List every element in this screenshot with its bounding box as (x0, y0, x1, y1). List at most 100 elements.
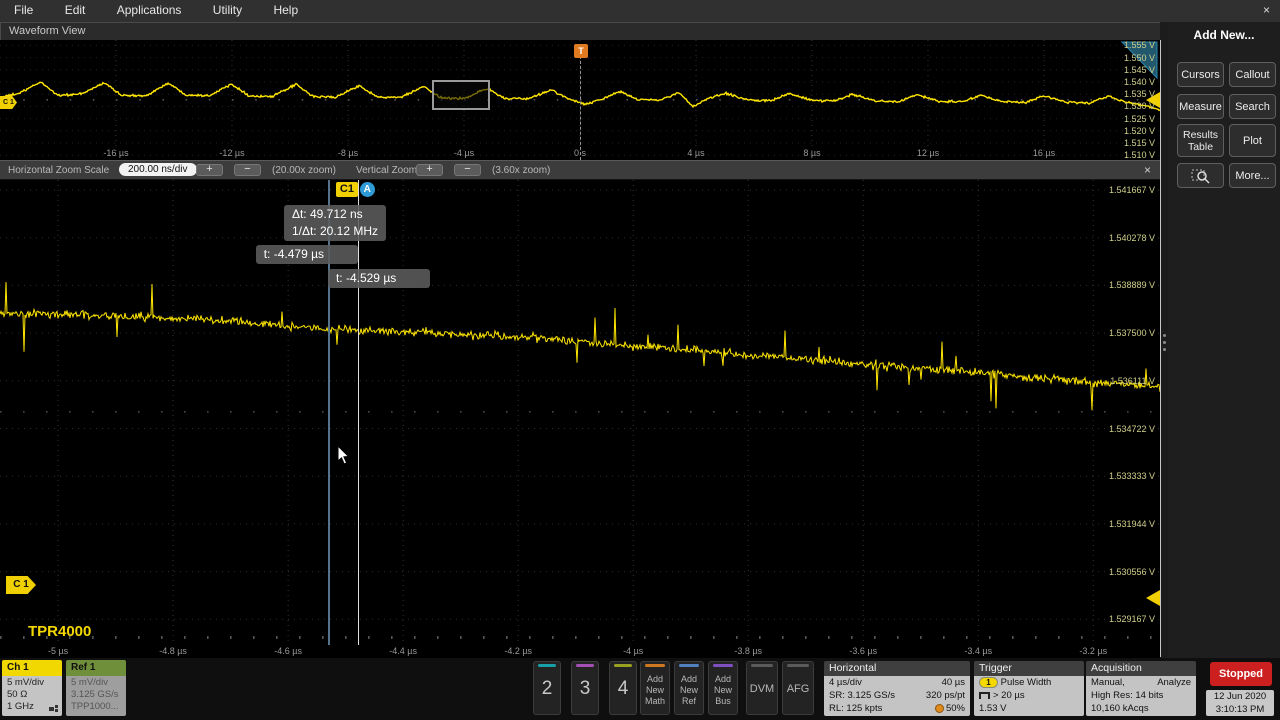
zoom-magnifier-icon (1191, 168, 1211, 184)
h-zoom-plus-button[interactable]: + (196, 164, 223, 176)
channel-1-title: Ch 1 (2, 660, 62, 676)
zoom-x-label: -3.4 µs (964, 646, 992, 656)
zoom-x-label: -5 µs (48, 646, 68, 656)
waveform-view-titlebar: Waveform View (0, 22, 1160, 40)
zoom-close-icon[interactable]: × (1144, 163, 1151, 177)
acq-detail: High Res: 14 bits (1091, 689, 1191, 702)
ref1-samplerate: 3.125 GS/s (71, 689, 126, 701)
delta-t-value: Δt: 49.712 ns (292, 206, 378, 223)
inv-delta-t-value: 1/Δt: 20.12 MHz (292, 223, 378, 240)
add-cursors-button[interactable]: Cursors (1177, 62, 1224, 87)
zoom-x-label: -4.6 µs (274, 646, 302, 656)
panel-splitter-handle[interactable] (1162, 330, 1167, 356)
horizontal-panel[interactable]: Horizontal 4 µs/div 40 µs SR: 3.125 GS/s… (824, 661, 970, 716)
acquisition-panel[interactable]: Acquisition Manual, Analyze High Res: 14… (1086, 661, 1196, 716)
close-icon[interactable]: × (1263, 3, 1270, 17)
add-measure-button[interactable]: Measure (1177, 94, 1224, 119)
run-stop-status-button[interactable]: Stopped (1210, 662, 1272, 686)
cursor-source-badge[interactable]: C1 (336, 182, 358, 197)
acq-count: 10,160 kAcqs (1091, 702, 1191, 715)
afg-button[interactable]: AFG (782, 661, 814, 715)
h-window: 40 µs (942, 676, 965, 689)
delay-indicator-icon (935, 704, 944, 713)
trigger-marker[interactable]: T (574, 44, 588, 58)
ref1-scale: 5 mV/div (71, 677, 126, 689)
v-zoom-factor: (3.60x zoom) (492, 165, 550, 176)
h-scale: 4 µs/div (829, 676, 862, 689)
menu-utility[interactable]: Utility (199, 0, 256, 17)
menu-edit[interactable]: Edit (51, 0, 100, 17)
cursor-a-badge[interactable]: A (360, 182, 375, 197)
channel-2-button[interactable]: 2 (533, 661, 561, 715)
zoom-waveform-svg (0, 180, 1160, 645)
channel-level-arrow-icon[interactable] (1146, 92, 1160, 108)
trigger-position-line (580, 56, 581, 160)
trigger-type: Pulse Width (1001, 677, 1052, 688)
add-more-button[interactable]: More... (1229, 163, 1276, 188)
zoom-x-label: -4.8 µs (159, 646, 187, 656)
ch1-scale: 5 mV/div (7, 677, 62, 689)
zoom-plot[interactable]: 1.541667 V1.540278 V1.538889 V1.537500 V… (0, 180, 1160, 645)
add-new-title: Add New... (1168, 28, 1280, 42)
acquisition-title: Acquisition (1086, 661, 1196, 676)
zoom-x-label: -3.2 µs (1079, 646, 1107, 656)
h-position: 50% (946, 703, 965, 714)
acq-mode: Manual, (1091, 676, 1125, 689)
add-new-panel: Add New... Cursors Callout Measure Searc… (1168, 22, 1280, 658)
menu-help[interactable]: Help (259, 0, 312, 17)
datetime-display[interactable]: 12 Jun 2020 3:10:13 PM (1206, 690, 1274, 716)
h-recordlength: RL: 125 kpts (829, 702, 882, 715)
h-zoom-scale-value[interactable]: 200.00 ns/div (119, 163, 197, 176)
menu-bar: File Edit Applications Utility Help × (0, 0, 1280, 22)
mouse-pointer-icon (337, 446, 351, 466)
channel-1-badge[interactable]: Ch 1 5 mV/div 50 Ω 1 GHz (2, 660, 62, 716)
zoom-x-label: -4.2 µs (504, 646, 532, 656)
ref1-probe: TPP1000... (71, 701, 126, 713)
v-zoom-plus-button[interactable]: + (416, 164, 443, 176)
menu-applications[interactable]: Applications (103, 0, 196, 17)
bottom-bar: Ch 1 5 mV/div 50 Ω 1 GHz Ref 1 5 mV/div … (0, 658, 1280, 720)
add-new-math-button[interactable]: Add New Math (640, 661, 670, 715)
channel-3-button[interactable]: 3 (571, 661, 599, 715)
zoom-window-box[interactable] (432, 80, 490, 110)
h-resolution: 320 ps/pt (926, 689, 965, 702)
zoom-x-label: -3.8 µs (734, 646, 762, 656)
trigger-condition: > 20 µs (993, 690, 1025, 701)
probe-icon (49, 704, 59, 713)
add-callout-button[interactable]: Callout (1229, 62, 1276, 87)
add-results-table-button[interactable]: Results Table (1177, 124, 1224, 157)
channel-offset-arrow-icon[interactable] (1146, 590, 1160, 606)
h-zoom-scale-label: Horizontal Zoom Scale (8, 165, 109, 176)
zoom-scale-bar: Horizontal Zoom Scale 200.00 ns/div + − … (0, 160, 1160, 180)
v-zoom-minus-button[interactable]: − (454, 164, 481, 176)
h-samplerate: SR: 3.125 GS/s (829, 689, 895, 702)
add-new-bus-button[interactable]: Add New Bus (708, 661, 738, 715)
zoom-x-label: -3.6 µs (849, 646, 877, 656)
h-zoom-minus-button[interactable]: − (234, 164, 261, 176)
time-value: 3:10:13 PM (1206, 703, 1274, 716)
waveform-view-title: Waveform View (9, 25, 85, 37)
dvm-button[interactable]: DVM (746, 661, 778, 715)
zoom-mode-button[interactable] (1177, 163, 1224, 188)
horizontal-title: Horizontal (824, 661, 970, 676)
overview-plot[interactable]: T C 1 1.555 V1.550 V1.545 V1.540 V1.535 … (0, 40, 1160, 160)
trigger-panel[interactable]: Trigger 1 Pulse Width > 20 µs 1.53 V (974, 661, 1084, 716)
cursor-b-time-readout: t: -4.479 µs (256, 245, 358, 264)
add-search-button[interactable]: Search (1229, 94, 1276, 119)
add-new-ref-button[interactable]: Add New Ref (674, 661, 704, 715)
add-plot-button[interactable]: Plot (1229, 124, 1276, 157)
menu-file[interactable]: File (0, 0, 47, 17)
channel-4-button[interactable]: 4 (609, 661, 637, 715)
h-zoom-factor: (20.00x zoom) (272, 165, 336, 176)
ref-1-badge[interactable]: Ref 1 5 mV/div 3.125 GS/s TPP1000... (66, 660, 126, 716)
trigger-level: 1.53 V (979, 702, 1079, 715)
zoom-x-label: -4.4 µs (389, 646, 417, 656)
cursor-a-time-readout: t: -4.529 µs (328, 269, 430, 288)
zoom-x-label: -4 µs (623, 646, 643, 656)
plot-right-border (1160, 40, 1161, 657)
zoom-plot-x-axis: -5 µs -4.8 µs -4.6 µs -4.4 µs -4.2 µs -4 µs -3… (0, 645, 1160, 658)
probe-model-label: TPR4000 (28, 623, 91, 640)
ch1-termination: 50 Ω (7, 689, 62, 701)
ref-1-title: Ref 1 (66, 660, 126, 676)
cursor-b-line[interactable] (358, 180, 359, 645)
